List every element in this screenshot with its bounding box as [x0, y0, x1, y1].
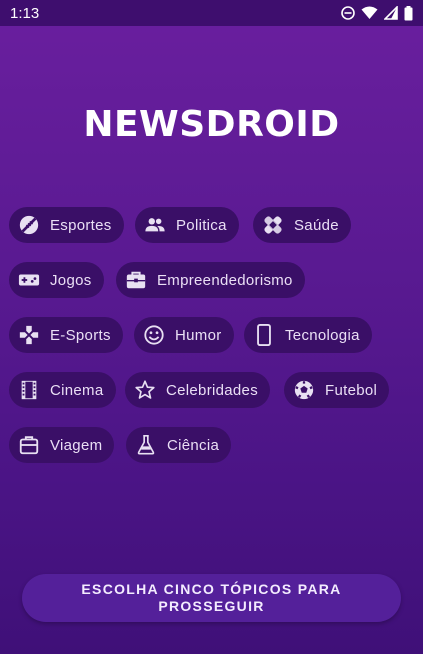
battery-icon: [404, 5, 413, 21]
continue-button-label: ESCOLHA CINCO TÓPICOS PARA PROSSEGUIR: [81, 581, 342, 614]
smartphone-icon: [252, 323, 276, 347]
topic-chip-viagem[interactable]: Viagem: [9, 427, 115, 463]
topic-chip-jogos[interactable]: Jogos: [9, 262, 104, 298]
topic-chip-politica[interactable]: Politica: [135, 207, 239, 243]
topic-label: Jogos: [50, 271, 92, 289]
luggage-icon: [17, 433, 41, 457]
smiley-icon: [142, 323, 166, 347]
topic-label: E-Sports: [50, 326, 111, 344]
topic-label: Futebol: [325, 381, 378, 399]
topic-label: Viagem: [50, 436, 103, 454]
continue-button[interactable]: ESCOLHA CINCO TÓPICOS PARA PROSSEGUIR: [22, 574, 401, 622]
topic-label: Ciência: [167, 436, 220, 454]
topic-label: Celebridades: [166, 381, 258, 399]
topic-chip-saude[interactable]: Saúde: [253, 207, 351, 243]
topic-chip-humor[interactable]: Humor: [134, 317, 234, 353]
app-screen: 1:13 NEWSDROID Esportes Politica Saúde J…: [0, 0, 423, 654]
status-icons: [341, 5, 413, 21]
wifi-icon: [361, 6, 378, 20]
topic-chip-empreendedorismo[interactable]: Empreendedorismo: [116, 262, 305, 298]
star-icon: [133, 378, 157, 402]
status-time: 1:13: [10, 4, 40, 22]
topic-chip-cinema[interactable]: Cinema: [9, 372, 116, 408]
flask-icon: [134, 433, 158, 457]
film-icon: [17, 378, 41, 402]
status-bar: 1:13: [0, 0, 423, 26]
topic-chip-esportes[interactable]: Esportes: [9, 207, 124, 243]
topic-chip-tecnologia[interactable]: Tecnologia: [244, 317, 372, 353]
app-title: NEWSDROID: [83, 104, 340, 145]
dpad-icon: [17, 323, 41, 347]
topic-label: Empreendedorismo: [157, 271, 293, 289]
topic-label: Cinema: [50, 381, 104, 399]
soccer-ball-icon: [292, 378, 316, 402]
topic-label: Esportes: [50, 216, 112, 234]
topic-label: Humor: [175, 326, 222, 344]
topic-label: Politica: [176, 216, 227, 234]
gamepad-icon: [17, 268, 41, 292]
football-icon: [17, 213, 41, 237]
briefcase-icon: [124, 268, 148, 292]
people-icon: [143, 213, 167, 237]
do-not-disturb-icon: [341, 6, 355, 20]
signal-icon: [384, 6, 398, 20]
topic-chip-futebol[interactable]: Futebol: [284, 372, 390, 408]
topic-label: Tecnologia: [285, 326, 360, 344]
topic-label: Saúde: [294, 216, 339, 234]
topic-chip-e-sports[interactable]: E-Sports: [9, 317, 123, 353]
bandage-icon: [261, 213, 285, 237]
topic-chip-celebridades[interactable]: Celebridades: [125, 372, 270, 408]
topic-chip-ciencia[interactable]: Ciência: [126, 427, 232, 463]
